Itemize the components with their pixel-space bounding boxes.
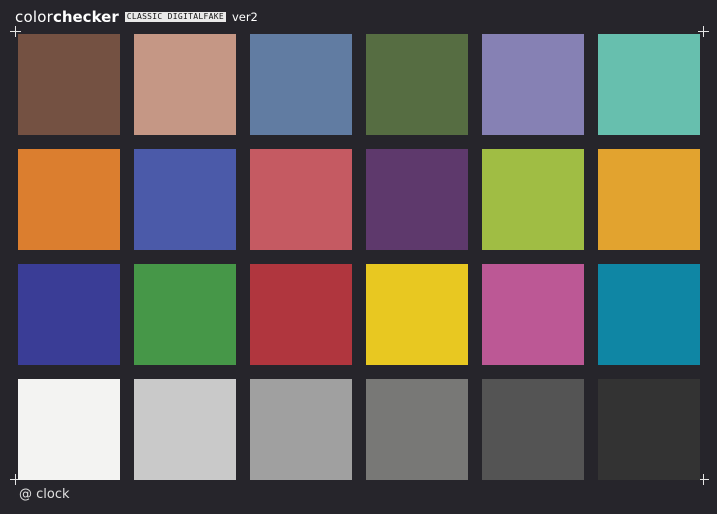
version-label: ver2 <box>231 10 258 24</box>
color-patch-15 <box>250 264 352 365</box>
color-patch-17 <box>482 264 584 365</box>
color-patch-19 <box>18 379 120 480</box>
color-patch-5 <box>482 34 584 135</box>
color-patch-7 <box>18 149 120 250</box>
footer-credit: @ clock <box>19 487 70 502</box>
color-patch-11 <box>482 149 584 250</box>
color-patch-18 <box>598 264 700 365</box>
color-patch-8 <box>134 149 236 250</box>
color-patch-1 <box>18 34 120 135</box>
title-word-checker: checker <box>52 8 119 26</box>
color-patch-16 <box>366 264 468 365</box>
color-patch-21 <box>250 379 352 480</box>
color-patch-3 <box>250 34 352 135</box>
color-patch-2 <box>134 34 236 135</box>
color-patch-grid <box>18 34 700 480</box>
color-patch-13 <box>18 264 120 365</box>
color-patch-14 <box>134 264 236 365</box>
color-patch-22 <box>366 379 468 480</box>
color-patch-23 <box>482 379 584 480</box>
color-patch-20 <box>134 379 236 480</box>
color-patch-12 <box>598 149 700 250</box>
color-patch-4 <box>366 34 468 135</box>
color-patch-24 <box>598 379 700 480</box>
color-patch-9 <box>250 149 352 250</box>
color-patch-6 <box>598 34 700 135</box>
chart-title: color checker CLASSIC DIGITALFAKE ver2 <box>15 8 258 26</box>
color-patch-10 <box>366 149 468 250</box>
edition-badge: CLASSIC DIGITALFAKE <box>124 12 226 22</box>
title-word-color: color <box>15 8 53 26</box>
